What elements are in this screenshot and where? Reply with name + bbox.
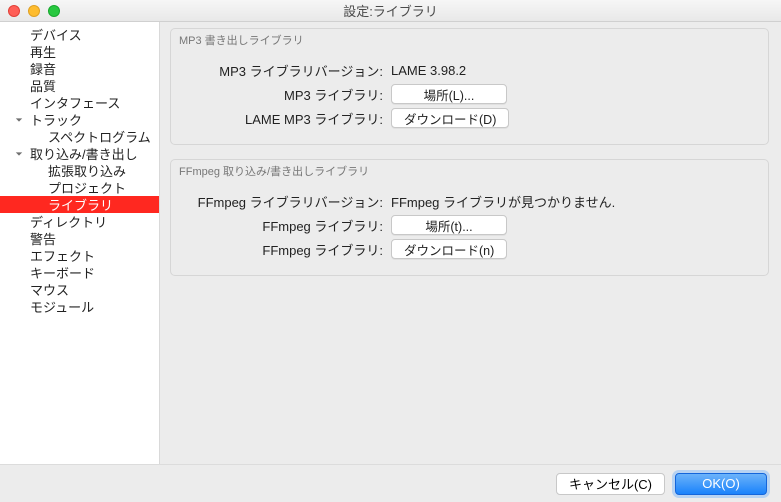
- group-ffmpeg: FFmpeg 取り込み/書き出しライブラリ FFmpeg ライブラリバージョン:…: [170, 159, 769, 276]
- main-panel: MP3 書き出しライブラリ MP3 ライブラリバージョン: LAME 3.98.…: [160, 22, 781, 464]
- sidebar-item-recording[interactable]: 録音: [0, 60, 159, 77]
- sidebar-item-directories[interactable]: ディレクトリ: [0, 213, 159, 230]
- sidebar-item-libraries[interactable]: ライブラリ: [0, 196, 159, 213]
- sidebar-item-device[interactable]: デバイス: [0, 26, 159, 43]
- group-mp3: MP3 書き出しライブラリ MP3 ライブラリバージョン: LAME 3.98.…: [170, 28, 769, 145]
- sidebar-item-project[interactable]: プロジェクト: [0, 179, 159, 196]
- group-mp3-title: MP3 書き出しライブラリ: [171, 29, 768, 49]
- mp3-version-value: LAME 3.98.2: [391, 63, 466, 78]
- sidebar-item-spectrogram[interactable]: スペクトログラム: [0, 128, 159, 145]
- ffmpeg-download-button[interactable]: ダウンロード(n): [391, 239, 507, 259]
- sidebar-item-playback[interactable]: 再生: [0, 43, 159, 60]
- mp3-version-label: MP3 ライブラリバージョン:: [181, 61, 391, 80]
- ok-button[interactable]: OK(O): [675, 473, 767, 495]
- sidebar-item-ext-import[interactable]: 拡張取り込み: [0, 162, 159, 179]
- titlebar: 設定:ライブラリ: [0, 0, 781, 22]
- ffmpeg-version-label: FFmpeg ライブラリバージョン:: [181, 192, 391, 211]
- cancel-button[interactable]: キャンセル(C): [556, 473, 665, 495]
- sidebar: デバイス 再生 録音 品質 インタフェース トラック スペクトログラム 取り込み…: [0, 22, 160, 464]
- ffmpeg-lib-label: FFmpeg ライブラリ:: [181, 216, 391, 235]
- ffmpeg-version-value: FFmpeg ライブラリが見つかりません.: [391, 192, 615, 211]
- chevron-down-icon: [14, 116, 24, 124]
- sidebar-item-warnings[interactable]: 警告: [0, 230, 159, 247]
- content: デバイス 再生 録音 品質 インタフェース トラック スペクトログラム 取り込み…: [0, 22, 781, 464]
- sidebar-item-modules[interactable]: モジュール: [0, 298, 159, 315]
- ffmpeg-download-label: FFmpeg ライブラリ:: [181, 240, 391, 259]
- sidebar-item-interface[interactable]: インタフェース: [0, 94, 159, 111]
- group-ffmpeg-title: FFmpeg 取り込み/書き出しライブラリ: [171, 160, 768, 180]
- mp3-download-label: LAME MP3 ライブラリ:: [181, 109, 391, 128]
- sidebar-item-mouse[interactable]: マウス: [0, 281, 159, 298]
- sidebar-item-quality[interactable]: 品質: [0, 77, 159, 94]
- mp3-download-button[interactable]: ダウンロード(D): [391, 108, 509, 128]
- mp3-lib-label: MP3 ライブラリ:: [181, 85, 391, 104]
- sidebar-item-import-export[interactable]: 取り込み/書き出し: [0, 145, 159, 162]
- ffmpeg-locate-button[interactable]: 場所(t)...: [391, 215, 507, 235]
- footer: キャンセル(C) OK(O): [0, 464, 781, 502]
- mp3-locate-button[interactable]: 場所(L)...: [391, 84, 507, 104]
- sidebar-item-effects[interactable]: エフェクト: [0, 247, 159, 264]
- sidebar-item-tracks[interactable]: トラック: [0, 111, 159, 128]
- sidebar-item-keyboard[interactable]: キーボード: [0, 264, 159, 281]
- window-title: 設定:ライブラリ: [0, 1, 781, 20]
- chevron-down-icon: [14, 150, 24, 158]
